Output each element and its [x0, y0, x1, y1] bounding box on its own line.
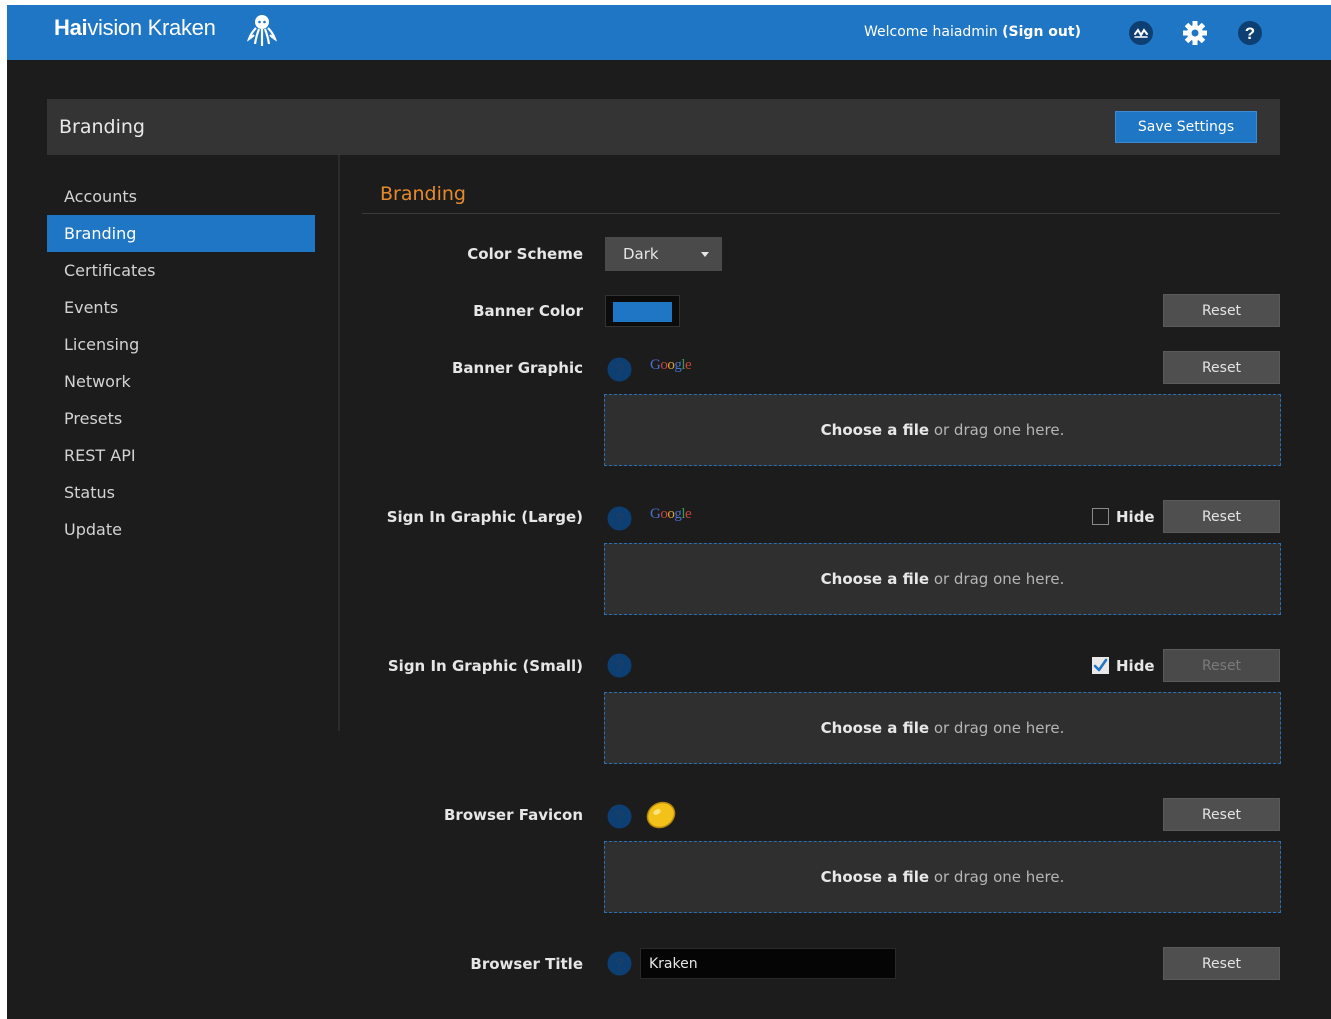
drag-hint: or drag one here.	[929, 570, 1065, 588]
question-circle-icon[interactable]: ?	[607, 357, 632, 382]
sidebar-item-certificates[interactable]: Certificates	[47, 252, 315, 289]
banner-color-label: Banner Color	[473, 302, 583, 320]
welcome-text: Welcome haiadmin (Sign out)	[864, 24, 1081, 40]
top-banner: Haivision Kraken Welcome haiadmin (Sign …	[7, 5, 1331, 60]
sidebar-item-status[interactable]: Status	[47, 474, 315, 511]
browser-title-input[interactable]	[640, 948, 896, 979]
svg-text:?: ?	[615, 362, 625, 379]
svg-text:?: ?	[1245, 24, 1255, 43]
banner-graphic-dropzone[interactable]: Choose a file or drag one here.	[604, 394, 1281, 466]
sign-in-small-hide-checkbox[interactable]	[1092, 657, 1109, 674]
sign-in-small-label: Sign In Graphic (Small)	[387, 657, 583, 675]
sign-in-small-hide-label: Hide	[1116, 657, 1155, 675]
favicon-reset-button[interactable]: Reset	[1163, 798, 1280, 831]
gear-icon[interactable]	[1182, 20, 1208, 46]
sidebar-nav: Accounts Branding Certificates Events Li…	[47, 178, 315, 548]
sign-in-small-dropzone[interactable]: Choose a file or drag one here.	[604, 692, 1281, 764]
choose-file-link[interactable]: Choose a file	[821, 421, 929, 439]
question-circle-icon[interactable]: ?	[607, 804, 632, 829]
choose-file-link[interactable]: Choose a file	[821, 570, 929, 588]
sign-in-large-reset-button[interactable]: Reset	[1163, 500, 1280, 533]
banner-graphic-preview: Google	[650, 357, 692, 373]
sign-in-large-label: Sign In Graphic (Large)	[386, 508, 583, 526]
choose-file-link[interactable]: Choose a file	[821, 868, 929, 886]
sidebar-item-presets[interactable]: Presets	[47, 400, 315, 437]
sign-in-small-reset-button[interactable]: Reset	[1163, 649, 1280, 682]
lemon-favicon-icon	[646, 801, 676, 829]
app-logo[interactable]: Haivision Kraken	[54, 15, 216, 41]
section-title: Branding	[380, 183, 466, 205]
color-scheme-label: Color Scheme	[467, 245, 583, 263]
favicon-label: Browser Favicon	[444, 806, 583, 824]
sidebar-item-licensing[interactable]: Licensing	[47, 326, 315, 363]
page-title: Branding	[59, 116, 145, 138]
caret-down-icon	[701, 252, 709, 257]
question-circle-icon[interactable]: ?	[607, 506, 632, 531]
section-divider	[362, 213, 1280, 214]
svg-text:?: ?	[615, 956, 625, 973]
status-icon[interactable]	[1128, 20, 1154, 46]
favicon-dropzone[interactable]: Choose a file or drag one here.	[604, 841, 1281, 913]
sign-in-large-hide-checkbox[interactable]	[1092, 508, 1109, 525]
question-circle-icon[interactable]: ?	[607, 951, 632, 976]
color-scheme-value: Dark	[623, 245, 659, 263]
sidebar-item-rest-api[interactable]: REST API	[47, 437, 315, 474]
octopus-logo-icon	[247, 15, 277, 46]
save-settings-button[interactable]: Save Settings	[1115, 111, 1257, 143]
banner-graphic-label: Banner Graphic	[452, 359, 583, 377]
banner-color-reset-button[interactable]: Reset	[1163, 294, 1280, 327]
banner-color-swatch	[613, 302, 672, 322]
drag-hint: or drag one here.	[929, 868, 1065, 886]
sidebar-item-accounts[interactable]: Accounts	[47, 178, 315, 215]
app-window: Haivision Kraken Welcome haiadmin (Sign …	[7, 5, 1331, 1019]
banner-graphic-reset-button[interactable]: Reset	[1163, 351, 1280, 384]
sidebar-item-network[interactable]: Network	[47, 363, 315, 400]
color-scheme-select[interactable]: Dark	[605, 237, 722, 271]
sign-in-large-preview: Google	[650, 506, 692, 522]
choose-file-link[interactable]: Choose a file	[821, 719, 929, 737]
help-icon[interactable]: ?	[1237, 20, 1263, 46]
sign-in-large-dropzone[interactable]: Choose a file or drag one here.	[604, 543, 1281, 615]
browser-title-label: Browser Title	[470, 955, 583, 973]
logo-text: vision Kraken	[87, 15, 216, 40]
sign-in-large-hide-label: Hide	[1116, 508, 1155, 526]
browser-title-reset-button[interactable]: Reset	[1163, 947, 1280, 980]
sidebar-item-branding[interactable]: Branding	[47, 215, 315, 252]
sidebar-divider	[338, 155, 340, 731]
svg-text:?: ?	[615, 511, 625, 528]
welcome-user: Welcome haiadmin	[864, 24, 1003, 40]
sidebar-item-events[interactable]: Events	[47, 289, 315, 326]
page-title-bar: Branding Save Settings	[47, 99, 1280, 155]
sidebar-item-update[interactable]: Update	[47, 511, 315, 548]
logo-bold-text: Hai	[54, 15, 88, 40]
checkmark-icon	[1093, 658, 1108, 672]
banner-color-picker[interactable]	[605, 295, 680, 327]
drag-hint: or drag one here.	[929, 421, 1065, 439]
svg-text:?: ?	[615, 809, 625, 826]
drag-hint: or drag one here.	[929, 719, 1065, 737]
sign-out-link[interactable]: (Sign out)	[1002, 24, 1081, 40]
question-circle-icon[interactable]: ?	[607, 653, 632, 678]
svg-text:?: ?	[615, 658, 625, 675]
